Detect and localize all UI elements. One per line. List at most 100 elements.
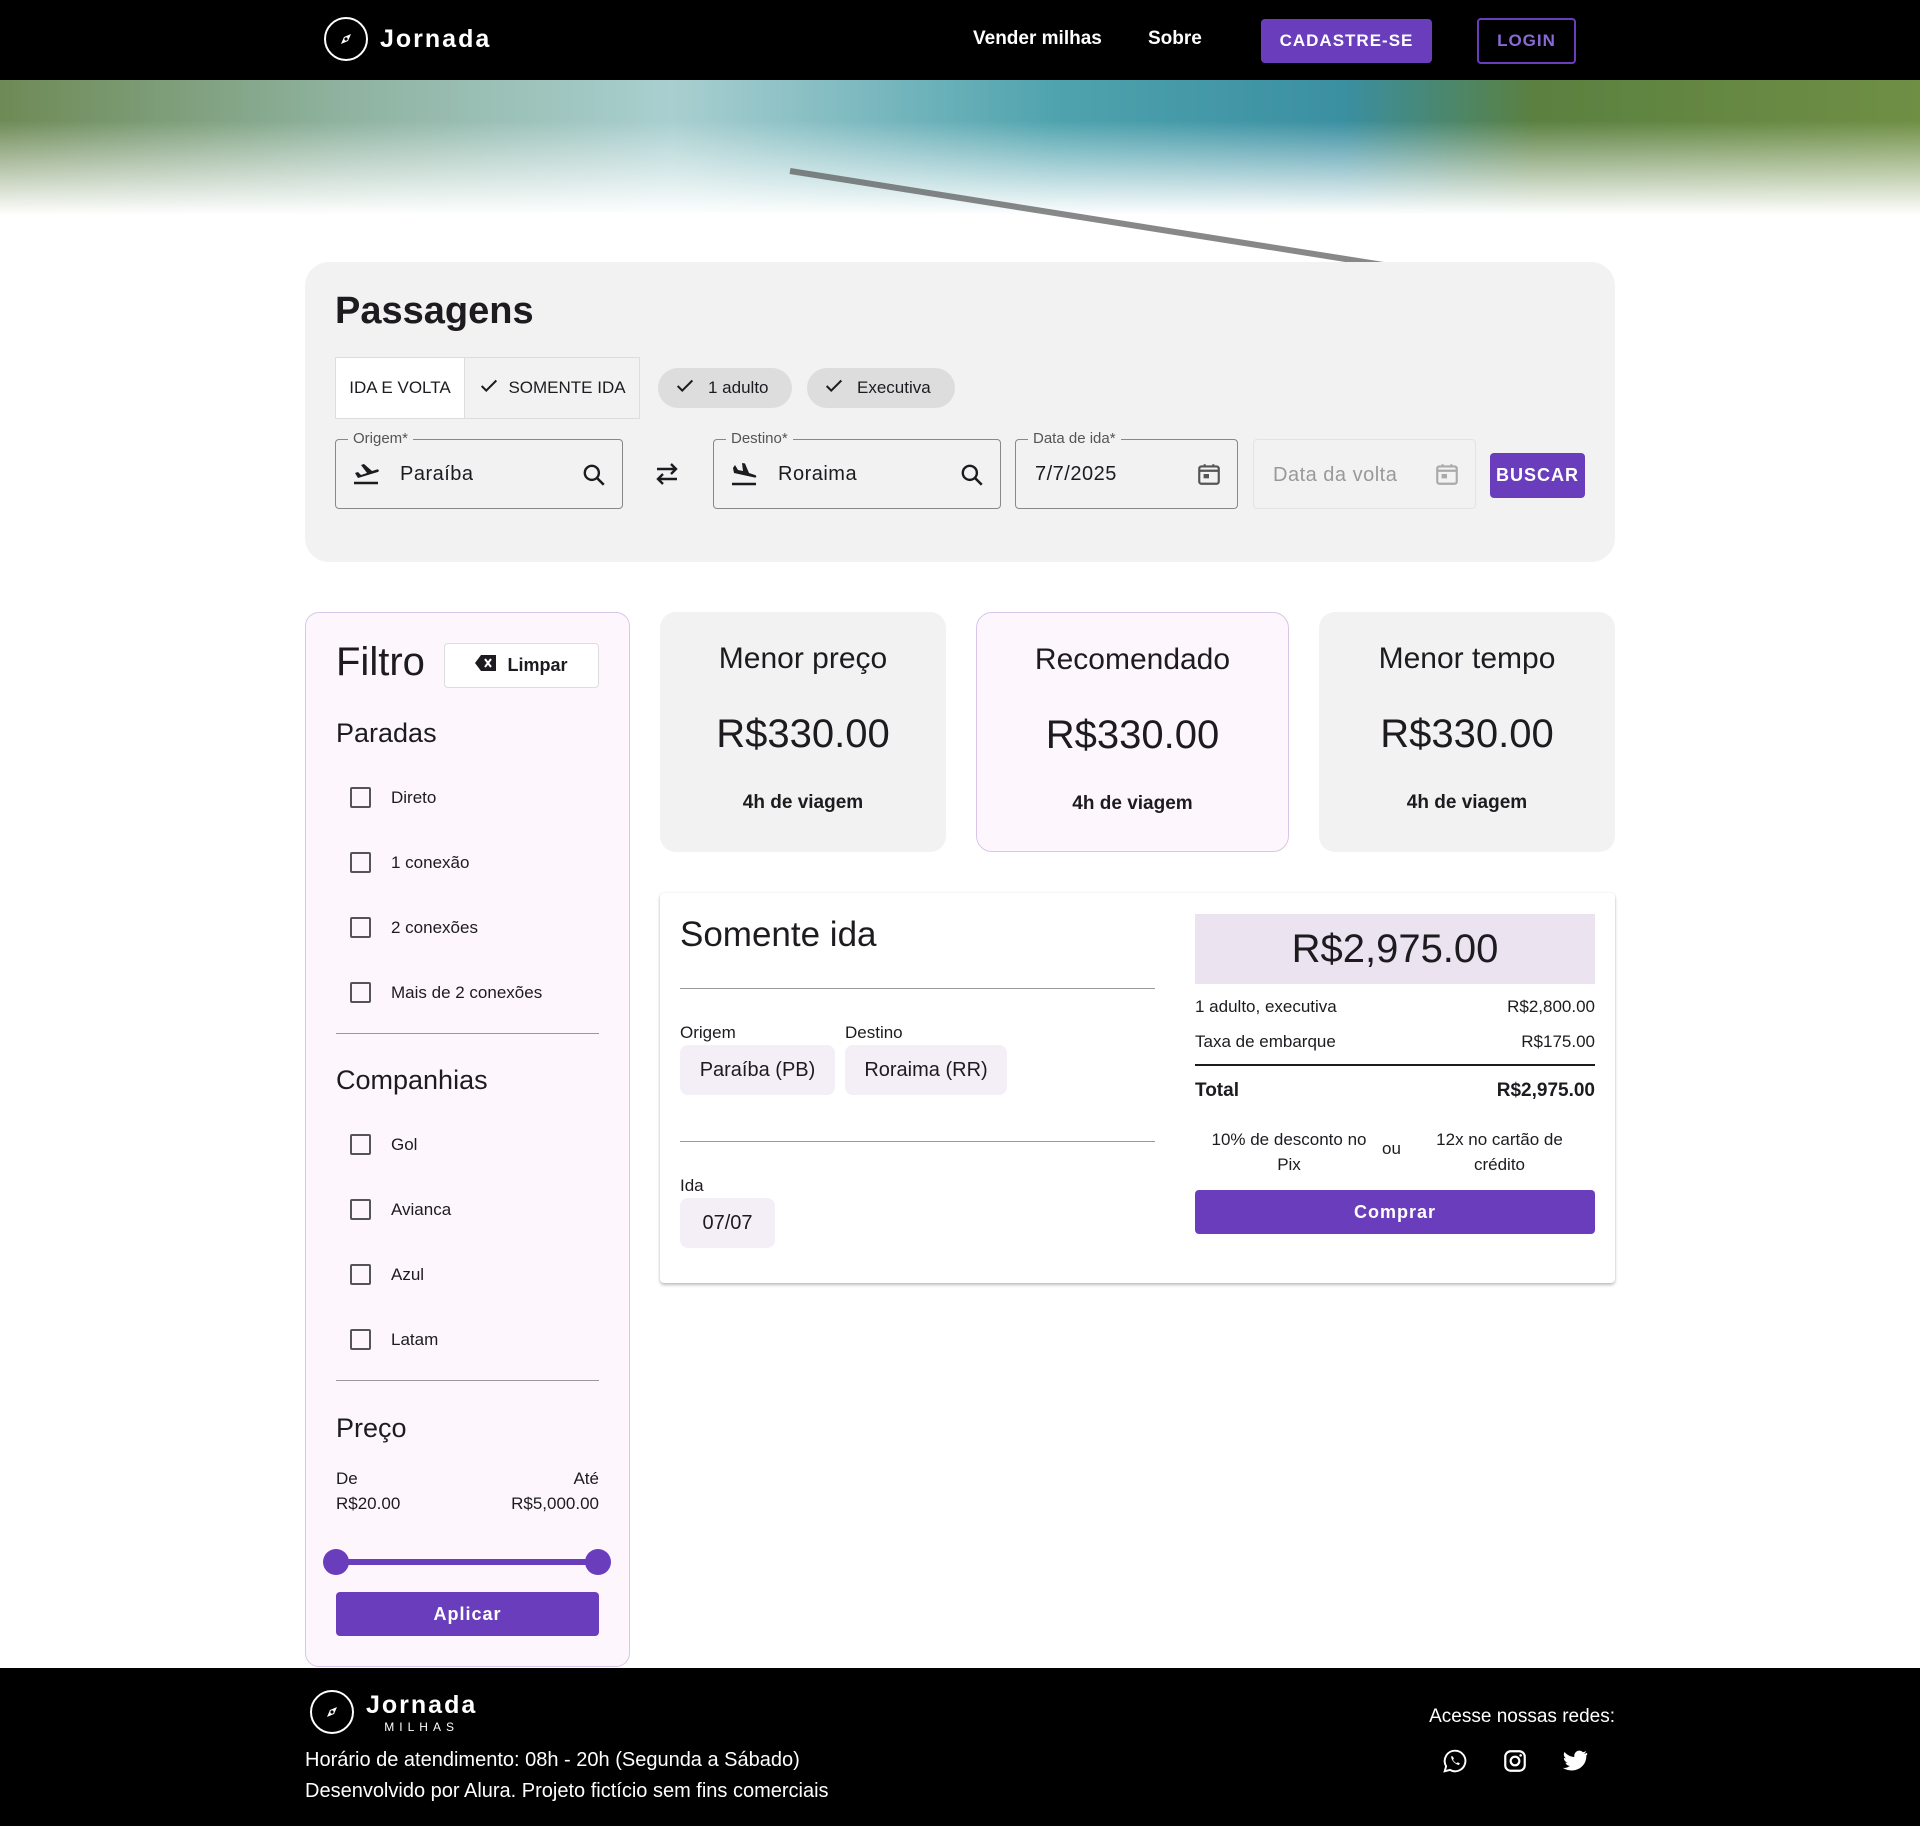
compass-icon [324, 17, 368, 61]
stops-option[interactable]: Direto [350, 787, 436, 808]
fee-line-label: Taxa de embarque [1195, 1032, 1336, 1051]
destination-field[interactable]: Destino* Roraima [713, 430, 1001, 509]
compass-icon [310, 1690, 354, 1734]
card-recommended[interactable]: Recomendado R$330.00 4h de viagem [976, 612, 1289, 852]
fare-line-value: R$2,800.00 [1507, 997, 1595, 1016]
top-navbar [0, 0, 1920, 80]
check-icon [478, 375, 500, 402]
slider-min-handle[interactable] [323, 1549, 349, 1575]
departure-date-field[interactable]: Data de ida* 7/7/2025 [1015, 430, 1238, 509]
nav-about[interactable]: Sobre [1148, 28, 1202, 50]
calendar-icon [1434, 461, 1460, 492]
card-shortest-time[interactable]: Menor tempo R$330.00 4h de viagem [1319, 612, 1615, 852]
stops-option[interactable]: Mais de 2 conexões [350, 982, 542, 1003]
search-button[interactable]: BUSCAR [1490, 453, 1585, 498]
checkbox[interactable] [350, 982, 371, 1003]
instagram-icon[interactable] [1500, 1746, 1530, 1776]
clear-filters-button[interactable]: Limpar [444, 643, 599, 688]
divider [336, 1380, 599, 1381]
calendar-icon[interactable] [1196, 461, 1222, 492]
social-title: Acesse nossas redes: [1429, 1706, 1615, 1727]
stops-option[interactable]: 2 conexões [350, 917, 478, 938]
slider-max-handle[interactable] [585, 1549, 611, 1575]
total-value: R$2,975.00 [1496, 1080, 1595, 1101]
whatsapp-icon[interactable] [1440, 1746, 1470, 1776]
tab-one-way[interactable]: SOMENTE IDA [464, 357, 640, 419]
airline-option[interactable]: Latam [350, 1329, 438, 1350]
hero-banner [0, 80, 1920, 278]
price-max-value: R$5,000.00 [511, 1494, 599, 1513]
fare-line-label: 1 adulto, executiva [1195, 997, 1337, 1016]
stops-title: Paradas [336, 718, 437, 748]
card-price: R$330.00 [716, 712, 890, 756]
divider [336, 1033, 599, 1034]
checkbox[interactable] [350, 1329, 371, 1350]
tab-round-trip[interactable]: IDA E VOLTA [335, 357, 464, 419]
card-title: Menor preço [718, 642, 888, 675]
footer-hours: Horário de atendimento: 08h - 20h (Segun… [305, 1749, 800, 1771]
login-button[interactable]: LOGIN [1477, 18, 1576, 64]
origin-label: Origem [680, 1023, 736, 1042]
footer-brand-name: Jornada [366, 1690, 478, 1719]
origin-label: Origem* [348, 430, 414, 447]
passengers-chip[interactable]: 1 adulto [658, 368, 792, 408]
airline-option-label: Avianca [391, 1199, 452, 1219]
checkbox[interactable] [350, 1199, 371, 1220]
stops-option[interactable]: 1 conexão [350, 852, 469, 873]
checkbox[interactable] [350, 852, 371, 873]
or-text: ou [1382, 1139, 1401, 1158]
divider [680, 1141, 1155, 1142]
footer-brand-text: Jornada MILHAS [366, 1691, 477, 1734]
destination-pill: Roraima (RR) [845, 1045, 1007, 1095]
check-icon [674, 375, 696, 402]
airline-option[interactable]: Avianca [350, 1199, 451, 1220]
airline-option[interactable]: Azul [350, 1264, 424, 1285]
checkbox[interactable] [350, 917, 371, 938]
price-title: Preço [336, 1413, 407, 1443]
price-range-slider[interactable] [336, 1559, 598, 1565]
check-icon [823, 375, 845, 402]
departure-label: Ida [680, 1176, 704, 1195]
signup-button[interactable]: CADASTRE-SE [1261, 19, 1432, 63]
checkbox[interactable] [350, 1134, 371, 1155]
checkbox[interactable] [350, 1264, 371, 1285]
stops-option-label: Direto [391, 787, 437, 807]
total-price-box: R$2,975.00 [1195, 914, 1595, 984]
card-lowest-price[interactable]: Menor preço R$330.00 4h de viagem [660, 612, 946, 852]
twitter-icon[interactable] [1560, 1746, 1590, 1776]
card-price: R$330.00 [1380, 712, 1554, 756]
card-duration: 4h de viagem [1072, 793, 1193, 814]
stops-option-label: Mais de 2 conexões [391, 982, 543, 1002]
page-title: Passagens [335, 290, 534, 332]
search-icon [959, 462, 985, 493]
filter-title: Filtro [336, 640, 425, 684]
destination-label: Destino* [726, 430, 793, 447]
buy-button[interactable]: Comprar [1195, 1190, 1595, 1234]
swap-icon[interactable] [653, 460, 681, 493]
footer-logo[interactable]: Jornada MILHAS [310, 1690, 477, 1734]
origin-field[interactable]: Origem* Paraíba [335, 430, 623, 509]
destination-label: Destino [845, 1023, 903, 1042]
checkbox[interactable] [350, 787, 371, 808]
class-chip[interactable]: Executiva [807, 368, 955, 408]
passengers-chip-label: 1 adulto [708, 378, 769, 397]
fee-line-value: R$175.00 [1521, 1032, 1595, 1051]
tab-one-way-label: SOMENTE IDA [508, 378, 626, 397]
brand-logo[interactable]: Jornada [324, 17, 491, 61]
footer [0, 1668, 1920, 1826]
card-title: Menor tempo [1378, 642, 1556, 675]
nav-sell-miles[interactable]: Vender milhas [973, 28, 1102, 50]
price-to-label: Até [573, 1469, 599, 1488]
departure-date-pill: 07/07 [680, 1198, 775, 1248]
stops-option-label: 2 conexões [391, 917, 478, 937]
price-min-value: R$20.00 [336, 1494, 401, 1513]
airline-option[interactable]: Gol [350, 1134, 417, 1155]
installments-text: 12x no cartão de crédito [1436, 1130, 1563, 1174]
return-date-placeholder: Data da volta [1273, 464, 1398, 486]
return-date-field[interactable]: Data da volta [1253, 439, 1476, 509]
departure-date-value: 7/7/2025 [1035, 463, 1117, 485]
stops-option-label: 1 conexão [391, 852, 470, 872]
airline-option-label: Latam [391, 1329, 439, 1349]
footer-brand-sub: MILHAS [384, 1719, 459, 1734]
apply-filters-button[interactable]: Aplicar [336, 1592, 599, 1636]
